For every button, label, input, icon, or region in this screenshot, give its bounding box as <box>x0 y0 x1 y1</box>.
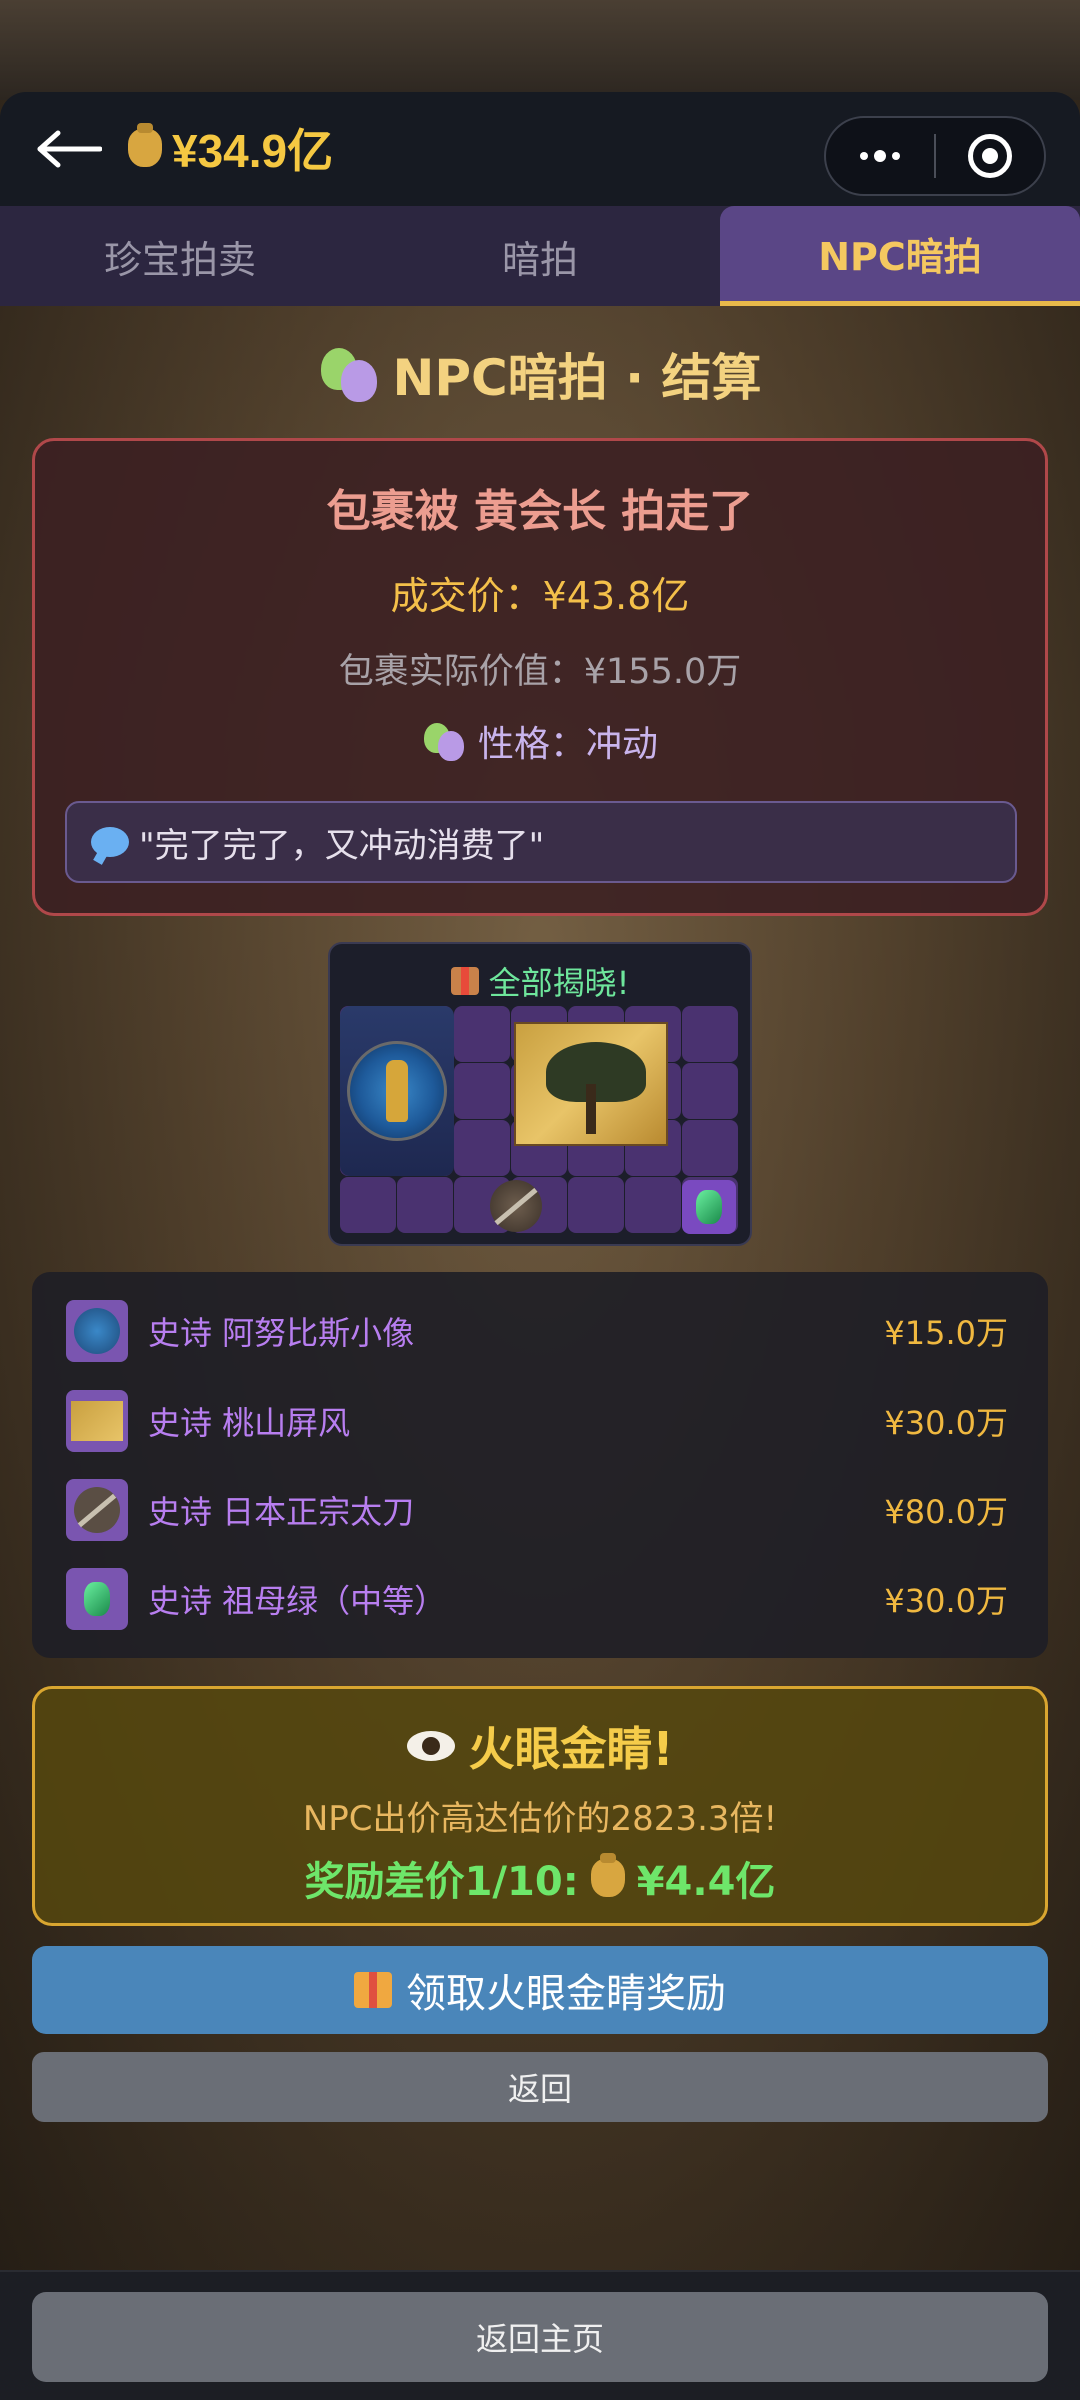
katana-thumbnail-icon <box>66 1479 128 1541</box>
item-name: 史诗 桃山屏风 <box>148 1404 351 1442</box>
list-item: 史诗 日本正宗太刀 ¥80.0万 <box>32 1475 1048 1545</box>
tab-blind-auction[interactable]: 暗拍 <box>360 206 720 306</box>
reveal-title-text: 全部揭晓! <box>488 964 630 1002</box>
page-title-text: NPC暗拍 · 结算 <box>392 349 762 407</box>
screen-thumbnail-icon <box>66 1390 128 1452</box>
reveal-title: 全部揭晓! <box>330 958 750 1004</box>
momoyama-screen-image <box>514 1022 668 1146</box>
background-top <box>0 0 1080 100</box>
tab-treasure-auction[interactable]: 珍宝拍卖 <box>0 206 360 306</box>
claim-button-label: 领取火眼金睛奖励 <box>406 1971 726 2017</box>
winner-headline: 包裹被 黄会长 拍走了 <box>326 486 754 537</box>
katana-image <box>490 1180 542 1232</box>
claim-reward-button[interactable]: 领取火眼金睛奖励 <box>32 1946 1048 2034</box>
close-miniapp-icon[interactable] <box>936 118 1044 194</box>
back-button[interactable]: 返回 <box>32 2052 1048 2122</box>
balance-display: ¥34.9亿 <box>128 116 333 180</box>
speech-bubble-icon <box>91 827 129 857</box>
npc-quote: "完了完了，又冲动消费了" <box>65 801 1017 883</box>
item-price: ¥15.0万 <box>884 1314 1008 1352</box>
money-bag-icon <box>128 123 162 167</box>
reward-bonus: 奖励差价1/10: ¥4.4亿 <box>35 1849 1045 1907</box>
tab-npc-blind-auction[interactable]: NPC暗拍 <box>720 206 1080 306</box>
item-price: ¥30.0万 <box>884 1582 1008 1620</box>
home-button[interactable]: 返回主页 <box>32 2292 1048 2382</box>
list-item: 史诗 阿努比斯小像 ¥15.0万 <box>32 1296 1048 1366</box>
personality-text: 性格：冲动 <box>477 724 658 765</box>
reward-title-text: 火眼金睛! <box>468 1722 674 1776</box>
tab-bar: 珍宝拍卖 暗拍 NPC暗拍 <box>0 206 1080 306</box>
item-name: 史诗 祖母绿（中等） <box>148 1582 447 1620</box>
deal-price: 成交价：¥43.8亿 <box>390 574 690 618</box>
item-name: 史诗 日本正宗太刀 <box>148 1493 415 1531</box>
result-card: 包裹被 黄会长 拍走了 成交价：¥43.8亿 包裹实际价值：¥155.0万 性格… <box>32 438 1048 916</box>
bottom-bar: 返回主页 <box>0 2270 1080 2400</box>
anubis-thumbnail-icon <box>66 1300 128 1362</box>
list-item: 史诗 祖母绿（中等） ¥30.0万 <box>32 1564 1048 1634</box>
reward-card: 火眼金睛! NPC出价高达估价的2823.3倍! 奖励差价1/10: ¥4.4亿 <box>32 1686 1048 1926</box>
actual-value: 包裹实际价值：¥155.0万 <box>338 652 742 692</box>
reveal-panel: 全部揭晓! <box>328 942 752 1246</box>
theater-masks-icon <box>319 344 381 404</box>
anubis-statue-image <box>340 1006 454 1176</box>
item-name: 史诗 阿努比斯小像 <box>148 1314 415 1352</box>
reward-title: 火眼金睛! <box>35 1713 1045 1779</box>
gift-icon <box>354 1972 392 2008</box>
bonus-value: ¥4.4亿 <box>636 1859 776 1905</box>
page-title: NPC暗拍 · 结算 <box>0 334 1080 414</box>
list-item: 史诗 桃山屏风 ¥30.0万 <box>32 1386 1048 1456</box>
bonus-label: 奖励差价1/10: <box>304 1859 579 1905</box>
quote-text: "完了完了，又冲动消费了" <box>139 825 545 866</box>
back-arrow-icon[interactable] <box>36 122 106 176</box>
theater-masks-icon <box>422 719 466 763</box>
balance-value: ¥34.9亿 <box>172 125 334 177</box>
money-bag-icon <box>590 1853 625 1897</box>
emerald-thumbnail-icon <box>66 1568 128 1630</box>
reward-subtitle: NPC出价高达估价的2823.3倍! <box>302 1799 778 1839</box>
package-icon <box>450 967 479 995</box>
miniapp-capsule <box>824 116 1046 196</box>
eye-icon <box>406 1731 455 1761</box>
emerald-image <box>682 1180 736 1234</box>
more-menu-icon[interactable] <box>826 118 934 194</box>
item-list: 史诗 阿努比斯小像 ¥15.0万 史诗 桃山屏风 ¥30.0万 史诗 日本正宗太… <box>32 1272 1048 1658</box>
personality-row: 性格：冲动 <box>35 715 1045 767</box>
header-bar: ¥34.9亿 <box>0 92 1080 206</box>
item-price: ¥80.0万 <box>884 1493 1008 1531</box>
item-price: ¥30.0万 <box>884 1404 1008 1442</box>
